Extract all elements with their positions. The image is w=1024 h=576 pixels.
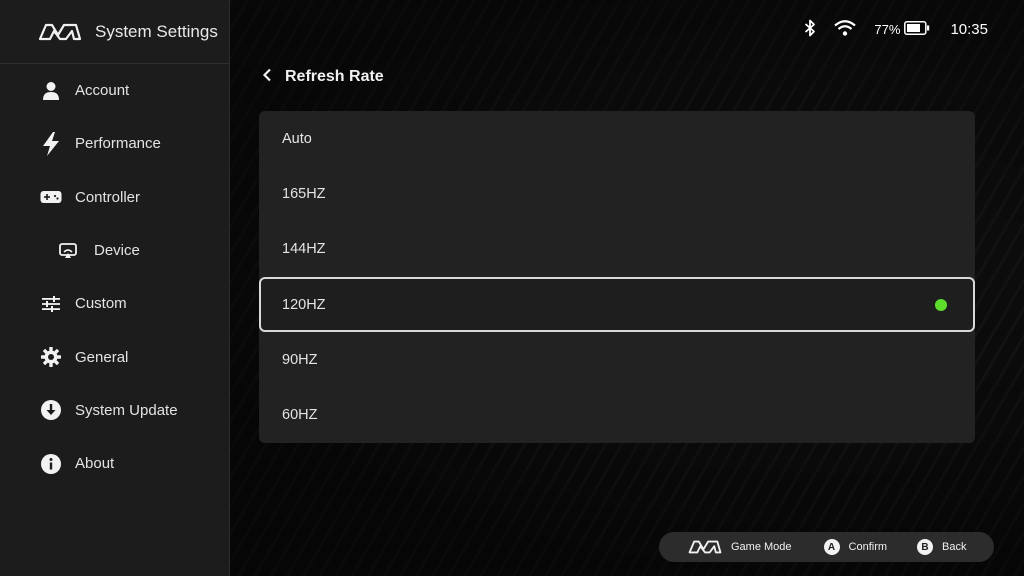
download-icon xyxy=(40,399,62,421)
mm-logo-icon xyxy=(688,540,722,554)
hint-label: Game Mode xyxy=(731,541,792,553)
sidebar-item-system-update[interactable]: System Update xyxy=(0,384,229,437)
sidebar-item-label: System Update xyxy=(75,401,178,419)
sidebar-item-label: Account xyxy=(75,82,130,100)
option-165hz[interactable]: 165HZ xyxy=(259,166,975,221)
option-label: 165HZ xyxy=(282,185,326,202)
status-bar: 77% 10:35 xyxy=(804,18,988,40)
sidebar-item-label: Custom xyxy=(75,295,127,313)
sidebar: System Settings Account Performance Cont… xyxy=(0,0,230,576)
hint-back[interactable]: B Back xyxy=(917,539,967,555)
battery-icon xyxy=(904,20,930,38)
option-label: Auto xyxy=(282,130,312,147)
option-label: 90HZ xyxy=(282,351,318,368)
option-label: 60HZ xyxy=(282,407,318,424)
chevron-left-icon[interactable] xyxy=(262,68,272,87)
sliders-icon xyxy=(40,293,62,315)
cast-icon xyxy=(57,240,79,262)
a-button-icon: A xyxy=(823,539,840,555)
sidebar-item-general[interactable]: General xyxy=(0,330,229,383)
wifi-icon xyxy=(834,19,857,39)
person-icon xyxy=(40,80,62,102)
sidebar-item-label: Performance xyxy=(75,135,161,153)
sidebar-item-controller[interactable]: Controller xyxy=(0,171,229,224)
option-auto[interactable]: Auto xyxy=(259,111,975,166)
sidebar-item-label: Device xyxy=(94,242,140,260)
controller-hint-bar: Game Mode A Confirm B Back xyxy=(659,532,994,562)
sidebar-item-label: General xyxy=(75,348,129,366)
sidebar-item-custom[interactable]: Custom xyxy=(0,277,229,330)
gamepad-icon xyxy=(40,186,62,208)
option-label: 120HZ xyxy=(282,296,326,313)
option-90hz[interactable]: 90HZ xyxy=(259,332,975,387)
sidebar-item-label: Controller xyxy=(75,188,141,206)
sidebar-nav: Account Performance Controller Device Cu… xyxy=(0,64,229,490)
lightning-icon xyxy=(40,131,62,156)
hint-label: Confirm xyxy=(848,541,888,553)
gear-icon xyxy=(40,346,62,368)
info-icon xyxy=(40,453,62,475)
hint-game-mode[interactable]: Game Mode xyxy=(659,540,792,554)
sidebar-item-label: About xyxy=(75,455,115,473)
sidebar-item-about[interactable]: About xyxy=(0,437,229,490)
option-60hz[interactable]: 60HZ xyxy=(259,387,975,442)
battery-percent: 77% xyxy=(874,21,901,37)
b-button-icon: B xyxy=(917,539,934,555)
hint-confirm[interactable]: A Confirm xyxy=(823,539,888,555)
selected-indicator xyxy=(935,298,947,311)
page-title: Refresh Rate xyxy=(285,68,384,85)
brand-header: System Settings xyxy=(0,0,229,64)
bluetooth-icon xyxy=(804,19,816,40)
option-144hz[interactable]: 144HZ xyxy=(259,222,975,277)
option-label: 144HZ xyxy=(282,241,326,258)
sidebar-item-device[interactable]: Device xyxy=(0,224,229,277)
hint-label: Back xyxy=(942,541,967,553)
mm-logo-icon xyxy=(38,23,82,40)
sidebar-item-performance[interactable]: Performance xyxy=(0,117,229,170)
refresh-rate-list: Auto 165HZ 144HZ 120HZ 90HZ 60HZ xyxy=(259,111,975,443)
page-header: Refresh Rate xyxy=(262,66,384,88)
clock: 10:35 xyxy=(950,20,988,38)
option-120hz[interactable]: 120HZ xyxy=(259,276,975,333)
app-title: System Settings xyxy=(95,21,218,41)
sidebar-item-account[interactable]: Account xyxy=(0,64,229,117)
